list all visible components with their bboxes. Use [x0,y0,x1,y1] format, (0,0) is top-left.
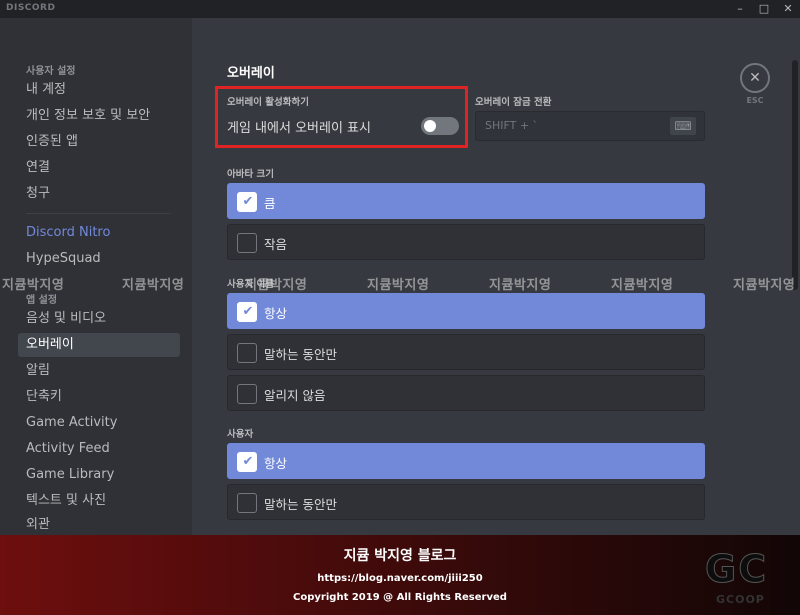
display-names-option-always[interactable]: ✔ 항상 [227,293,705,329]
close-icon: ✕ [749,70,761,86]
gc-logo: GC [704,547,769,592]
overlay-lock-header: 오버레이 잠금 전환 [475,97,552,108]
checkbox[interactable]: ✔ [237,192,257,212]
watermark: 지큠박지영 [489,278,552,293]
sidebar-item-game-library[interactable]: Game Library [18,463,180,487]
watermark: 지큠박지영 [245,278,308,293]
sidebar-item-privacy[interactable]: 개인 정보 보호 및 보안 [18,104,180,128]
check-icon: ✔ [242,454,254,469]
banner-url: https://blog.naver.com/jiii250 [317,573,483,584]
keybind-value: SHIFT + ` [485,119,539,132]
sidebar-item-game-activity[interactable]: Game Activity [18,411,180,435]
sidebar-item-appearance[interactable]: 외관 [18,513,180,537]
users-option-always[interactable]: ✔ 항상 [227,443,705,479]
check-icon: ✔ [242,304,254,319]
banner-copyright: Copyright 2019 @ All Rights Reserved [293,592,507,603]
overlay-lock-keybind-input[interactable]: SHIFT + ` ⌨ [475,111,705,141]
option-label: 말하는 동안만 [264,497,337,512]
title-bar: DISCORD – □ ✕ [0,0,800,18]
checkbox[interactable] [237,343,257,363]
app-settings-header: 앱 설정 [26,295,58,306]
sidebar-divider [26,213,171,214]
avatar-size-option-small[interactable]: 작음 [227,224,705,260]
users-option-speaking[interactable]: 말하는 동안만 [227,484,705,520]
checkbox[interactable]: ✔ [237,302,257,322]
keyboard-icon[interactable]: ⌨ [670,117,696,135]
content-scrollbar[interactable] [792,60,798,290]
sidebar-item-hypesquad[interactable]: HypeSquad [18,247,180,271]
sidebar-item-my-account[interactable]: 내 계정 [18,78,180,102]
watermark: 지큠박지영 [367,278,430,293]
banner-title: 지큠 박지영 블로그 [343,548,457,564]
gc-logo-sub: GCOOP [716,593,765,606]
sidebar-item-notifications[interactable]: 알림 [18,359,180,383]
display-names-option-never[interactable]: 알리지 않음 [227,375,705,411]
option-label: 말하는 동안만 [264,347,337,362]
checkbox[interactable] [237,233,257,253]
sidebar-item-activity-feed[interactable]: Activity Feed [18,437,180,461]
watermark: 지큠박지영 [122,278,185,293]
user-settings-header: 사용자 설정 [26,66,76,77]
blog-banner: 지큠 박지영 블로그 https://blog.naver.com/jiii25… [0,535,800,615]
sidebar-item-text-images[interactable]: 텍스트 및 사진 [18,489,180,513]
option-label: 항상 [264,456,288,471]
display-names-option-speaking[interactable]: 말하는 동안만 [227,334,705,370]
option-label: 알리지 않음 [264,388,326,403]
sidebar-item-authorized-apps[interactable]: 인증된 앱 [18,130,180,154]
checkbox[interactable]: ✔ [237,452,257,472]
app-brand: DISCORD [6,3,56,13]
sidebar-item-keybinds[interactable]: 단축키 [18,385,180,409]
close-window-button[interactable]: ✕ [778,1,798,17]
checkbox[interactable] [237,384,257,404]
avatar-size-option-large[interactable]: ✔ 큼 [227,183,705,219]
sidebar-item-overlay[interactable]: 오버레이 [18,333,180,357]
check-icon: ✔ [242,194,254,209]
avatar-size-header: 아바타 크기 [227,169,275,180]
sidebar-item-nitro[interactable]: Discord Nitro [18,221,180,245]
option-label: 큼 [264,196,276,211]
sidebar-item-connections[interactable]: 연결 [18,156,180,180]
watermark: 지큠박지영 [733,278,796,293]
esc-label: ESC [746,96,764,105]
watermark: 지큠박지영 [2,278,65,293]
page-title: 오버레이 [227,66,275,81]
close-settings-button[interactable]: ✕ [740,63,770,93]
sidebar-item-billing[interactable]: 청구 [18,182,180,206]
checkbox[interactable] [237,493,257,513]
users-header: 사용자 [227,429,254,440]
enable-overlay-header: 오버레이 활성화하기 [227,97,309,108]
sidebar-item-voice-video[interactable]: 음성 및 비디오 [18,307,180,331]
overlay-toggle-label: 게임 내에서 오버레이 표시 [227,121,371,136]
overlay-toggle[interactable] [421,117,459,135]
minimize-button[interactable]: – [730,1,750,17]
option-label: 작음 [264,237,288,252]
maximize-button[interactable]: □ [754,1,774,17]
watermark: 지큠박지영 [611,278,674,293]
option-label: 항상 [264,306,288,321]
toggle-knob [424,120,436,132]
